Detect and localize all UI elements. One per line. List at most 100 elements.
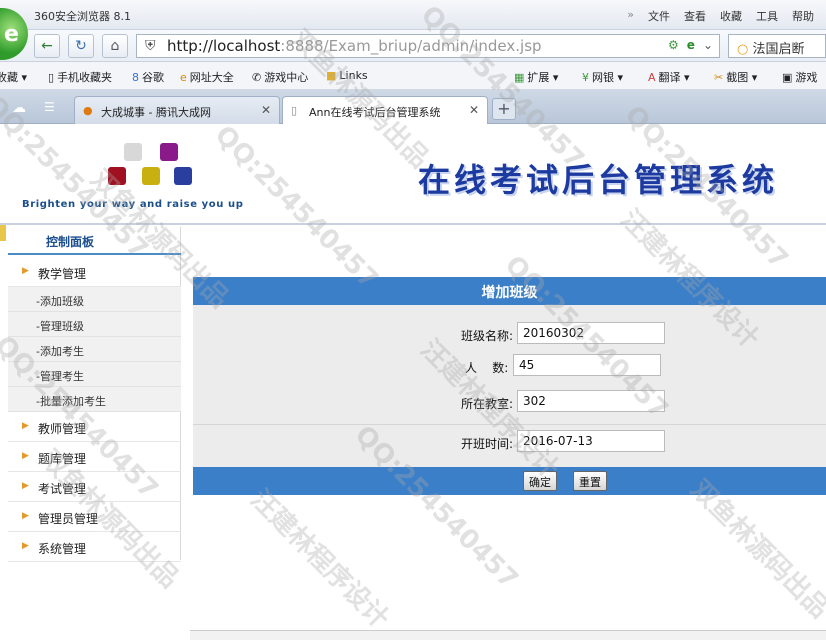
- url-path: :8888/Exam_briup/admin/index.jsp: [280, 37, 542, 55]
- sidebar-item-teaching[interactable]: ▶ 教学管理: [8, 257, 181, 287]
- bookmark-links[interactable]: ■ Links: [326, 69, 368, 82]
- sidebar-item-question-bank[interactable]: ▶ 题库管理: [8, 442, 181, 472]
- tab-tencent[interactable]: ● 大成城事 - 腾讯大成网 ✕: [74, 96, 280, 124]
- sidebar-item-system[interactable]: ▶ 系统管理: [8, 532, 181, 562]
- panel-header: 控制面板: [8, 227, 181, 255]
- menu-tools[interactable]: 工具: [756, 8, 778, 24]
- bookmark-bar: 收藏 ▾ ▯ 手机收藏夹 8 谷歌 e 网址大全 ✆ 游戏中心 ■ Links ▦ 扩展 ▾…: [0, 62, 826, 90]
- menu-file[interactable]: 文件: [648, 8, 670, 24]
- back-button[interactable]: ←: [34, 34, 60, 58]
- loading-icon[interactable]: ⚙: [668, 38, 679, 52]
- ie-mode-icon[interactable]: e: [687, 38, 695, 52]
- people-input[interactable]: [513, 354, 661, 376]
- logo-cube-icon: [142, 167, 160, 185]
- chevron-down-icon[interactable]: ⌄: [703, 38, 713, 52]
- start-time-label: 开班时间:: [461, 437, 514, 451]
- triangle-right-icon: ▶: [22, 421, 29, 431]
- menu-favorites[interactable]: 收藏: [720, 8, 742, 24]
- search-input[interactable]: ○ 法国启断: [728, 34, 826, 58]
- gamepad-icon: ✆: [252, 71, 262, 84]
- sidebar-subitem-batch-add[interactable]: -批量添加考生: [8, 387, 181, 412]
- close-icon[interactable]: ✕: [261, 103, 271, 117]
- field-row-classroom: 所在教室:: [193, 385, 826, 421]
- logo-cube-icon: [124, 143, 142, 161]
- browser-menu: » 文件 查看 收藏 工具 帮助: [627, 8, 814, 24]
- reset-button[interactable]: 重置: [573, 471, 607, 491]
- shield-icon: ⛨: [145, 38, 156, 54]
- tab-list-icon[interactable]: ☰: [44, 100, 55, 114]
- watermark: 汪建林程序设计: [244, 484, 395, 635]
- game-button[interactable]: ▣ 游戏: [782, 69, 817, 85]
- search-text: 法国启断: [752, 42, 805, 57]
- refresh-icon: ↻: [75, 38, 87, 54]
- triangle-right-icon: ▶: [22, 541, 29, 551]
- tab-bar: ☁ ☰ ● 大成城事 - 腾讯大成网 ✕ ▯ Ann在线考试后台管理系统 ✕ +: [0, 90, 826, 124]
- logo-cube-icon: [108, 167, 126, 185]
- bookmark-games[interactable]: ✆ 游戏中心: [252, 69, 308, 85]
- refresh-button[interactable]: ↻: [68, 34, 94, 58]
- folder-icon: ■: [326, 69, 337, 82]
- bookmark-favorites[interactable]: 收藏 ▾: [0, 69, 27, 85]
- url-host: http://localhost: [167, 37, 281, 55]
- search-icon: ○: [737, 42, 749, 57]
- menu-help[interactable]: 帮助: [792, 8, 814, 24]
- triangle-right-icon: ▶: [22, 481, 29, 491]
- arrow-left-icon: ←: [41, 38, 53, 54]
- sidebar-item-admin[interactable]: ▶ 管理员管理: [8, 502, 181, 532]
- address-bar[interactable]: ⛨ http://localhost:8888/Exam_briup/admin…: [136, 34, 720, 58]
- puzzle-icon: ▦: [514, 71, 525, 84]
- sidebar-item-teacher[interactable]: ▶ 教师管理: [8, 412, 181, 442]
- bank-button[interactable]: ¥ 网银 ▾: [582, 69, 623, 85]
- logo-cube-icon: [174, 167, 192, 185]
- menu-overflow-icon[interactable]: »: [627, 8, 634, 24]
- form-title: 增加班级: [193, 277, 826, 305]
- bookmark-sites[interactable]: e 网址大全: [180, 69, 234, 85]
- system-title: 在线考试后台管理系统: [418, 161, 779, 199]
- ext-button[interactable]: ▦ 扩展 ▾: [514, 69, 558, 85]
- field-row-people: 人 数:: [193, 349, 826, 385]
- menu-view[interactable]: 查看: [684, 8, 706, 24]
- page-favicon-icon: ▯: [291, 104, 298, 117]
- sidebar-subitem-add-class[interactable]: -添加班级: [8, 287, 181, 312]
- sidebar-item-exam[interactable]: ▶ 考试管理: [8, 472, 181, 502]
- tencent-favicon-icon: ●: [83, 104, 93, 117]
- scissors-icon: ✂: [714, 71, 724, 84]
- home-icon: ⌂: [110, 38, 120, 54]
- new-tab-button[interactable]: +: [492, 98, 516, 120]
- sites-icon: e: [180, 71, 187, 84]
- cloud-icon[interactable]: ☁: [12, 100, 26, 116]
- screenshot-button[interactable]: ✂ 截图 ▾: [714, 69, 757, 85]
- sidebar-menu: ▶ 教学管理 -添加班级 -管理班级 -添加考生 -管理考生 -批量添加考生 ▶…: [8, 257, 181, 562]
- sidebar: 控制面板 ▶ 教学管理 -添加班级 -管理班级 -添加考生 -管理考生 -批量添…: [8, 227, 181, 562]
- google-icon: 8: [132, 71, 139, 84]
- classroom-label: 所在教室:: [461, 397, 514, 411]
- phone-icon: ▯: [48, 71, 55, 84]
- classroom-input[interactable]: [517, 390, 665, 412]
- tab-label: 大成城事 - 腾讯大成网: [101, 106, 211, 119]
- sidebar-subitem-add-student[interactable]: -添加考生: [8, 337, 181, 362]
- tab-exam-admin[interactable]: ▯ Ann在线考试后台管理系统 ✕: [282, 96, 488, 124]
- class-name-label: 班级名称:: [461, 329, 514, 343]
- address-actions: ⚙ e ⌄: [668, 38, 713, 52]
- bookmark-google[interactable]: 8 谷歌: [132, 69, 164, 85]
- slogan: Brighten your way and raise you up: [22, 199, 244, 210]
- close-icon[interactable]: ✕: [469, 103, 479, 117]
- bank-icon: ¥: [582, 71, 589, 84]
- horizontal-scrollbar[interactable]: [190, 630, 826, 640]
- triangle-right-icon: ▶: [22, 451, 29, 461]
- sidebar-subitem-manage-student[interactable]: -管理考生: [8, 362, 181, 387]
- bookmark-mobile[interactable]: ▯ 手机收藏夹: [48, 69, 112, 85]
- triangle-right-icon: ▶: [22, 511, 29, 521]
- form-footer: 确定 重置: [193, 467, 826, 495]
- logo-cube-icon: [160, 143, 178, 161]
- class-name-input[interactable]: [517, 322, 665, 344]
- translate-button[interactable]: A 翻译 ▾: [648, 69, 690, 85]
- game-icon: ▣: [782, 71, 793, 84]
- sidebar-subitem-manage-class[interactable]: -管理班级: [8, 312, 181, 337]
- browser-nav-bar: ← ↻ ⌂ ⛨ http://localhost:8888/Exam_briup…: [0, 30, 826, 62]
- triangle-right-icon: ▶: [22, 266, 29, 276]
- panel-title: 控制面板: [46, 235, 95, 249]
- confirm-button[interactable]: 确定: [523, 471, 557, 491]
- start-time-input[interactable]: [517, 430, 665, 452]
- home-button[interactable]: ⌂: [102, 34, 128, 58]
